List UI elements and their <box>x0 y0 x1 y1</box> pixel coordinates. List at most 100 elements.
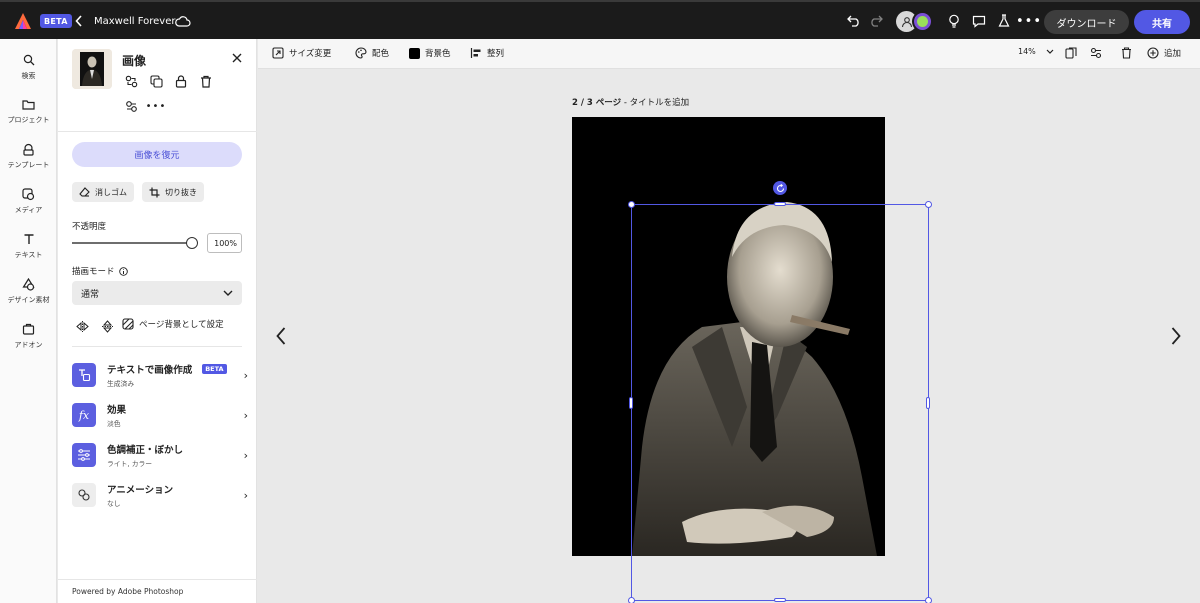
resize-handle-top-right[interactable] <box>925 201 932 208</box>
resize-handle-top[interactable] <box>774 202 786 206</box>
rail-label: アドオン <box>14 341 43 349</box>
text-to-image-icon <box>72 363 96 387</box>
feature-subtitle: 淡色 <box>107 420 121 428</box>
resize-handle-left[interactable] <box>629 397 633 409</box>
adobe-express-logo[interactable] <box>13 11 33 31</box>
rail-item-design-elements[interactable]: デザイン素材 <box>0 277 57 305</box>
set-as-background-button[interactable]: ページ背景として設定 <box>122 318 224 330</box>
close-icon[interactable] <box>230 51 244 65</box>
flask-icon[interactable] <box>996 13 1012 29</box>
trash-icon[interactable] <box>198 73 214 89</box>
duplicate-icon[interactable] <box>148 73 164 89</box>
rail-item-templates[interactable]: テンプレート <box>0 142 57 170</box>
restore-image-button[interactable]: 画像を復元 <box>72 142 242 167</box>
add-label: 追加 <box>1164 49 1182 59</box>
folder-icon <box>22 97 36 111</box>
layers-icon[interactable] <box>1090 47 1102 59</box>
adjustments-row[interactable]: 色調補正・ぼかし ライト, カラー › <box>72 441 248 469</box>
effects-row[interactable]: fx 効果 淡色 › <box>72 401 248 429</box>
crop-icon <box>149 187 160 197</box>
resize-button[interactable]: サイズ変更 <box>272 47 331 59</box>
chevron-left-icon <box>75 15 82 27</box>
chevron-left-icon <box>276 327 286 345</box>
rail-item-search[interactable]: 検索 <box>0 53 57 81</box>
add-button[interactable]: 追加 <box>1147 47 1181 59</box>
addons-icon <box>22 322 36 336</box>
beta-badge: BETA <box>40 14 72 28</box>
trash-icon[interactable] <box>1120 47 1132 59</box>
adjustments-icon <box>72 443 96 467</box>
layers-icon[interactable] <box>123 98 139 114</box>
selection-box[interactable] <box>631 204 929 601</box>
zoom-dropdown[interactable]: 14% <box>1018 47 1054 56</box>
animation-row[interactable]: アニメーション なし › <box>72 481 248 509</box>
flip-horizontal-icon[interactable] <box>74 318 90 334</box>
align-icon <box>470 47 482 59</box>
text-to-image-row[interactable]: テキストで画像作成 BETA 生成済み › <box>72 361 248 389</box>
collaborators[interactable] <box>896 11 934 32</box>
lock-icon[interactable] <box>173 73 189 89</box>
color-scheme-button[interactable]: 配色 <box>355 47 389 59</box>
more-icon[interactable]: ••• <box>1016 13 1041 29</box>
left-rail: 検索 プロジェクト テンプレート メディア テキスト デザイン素材 アドオン <box>0 39 57 603</box>
rotate-handle-icon[interactable] <box>773 181 787 195</box>
pages-icon[interactable] <box>1065 47 1077 59</box>
top-bar: BETA Maxwell Forever ••• ダウンロード 共有 <box>0 0 1200 39</box>
rail-label: 検索 <box>21 72 36 80</box>
template-icon <box>22 142 36 156</box>
resize-handle-bottom-left[interactable] <box>628 597 635 603</box>
back-button[interactable] <box>72 12 86 30</box>
align-button[interactable]: 整列 <box>470 47 504 59</box>
resize-handle-right[interactable] <box>926 397 930 409</box>
rail-item-addons[interactable]: アドオン <box>0 322 57 350</box>
blend-mode-dropdown[interactable]: 通常 <box>72 281 242 305</box>
resize-handle-bottom[interactable] <box>774 598 786 602</box>
opacity-slider-knob[interactable] <box>186 237 198 249</box>
opacity-slider-track[interactable] <box>72 242 190 244</box>
eraser-button[interactable]: 消しゴム <box>72 182 134 202</box>
page-label[interactable]: 2 / 3 ページ - タイトルを追加 <box>572 96 689 108</box>
opacity-label: 不透明度 <box>72 222 107 232</box>
feature-subtitle: 生成済み <box>107 380 135 388</box>
comment-icon[interactable] <box>971 13 987 29</box>
download-button[interactable]: ダウンロード <box>1044 10 1129 34</box>
panel-title: 画像 <box>122 54 147 68</box>
eraser-icon <box>79 187 90 197</box>
divider <box>58 579 257 580</box>
more-options-icon[interactable]: ••• <box>146 98 166 114</box>
animation-icon <box>72 483 96 507</box>
blend-mode-value: 通常 <box>81 289 100 300</box>
opacity-value[interactable]: 100% <box>207 233 242 253</box>
resize-handle-top-left[interactable] <box>628 201 635 208</box>
beta-badge: BETA <box>202 364 227 374</box>
redo-icon[interactable] <box>868 13 884 29</box>
resize-handle-bottom-right[interactable] <box>925 597 932 603</box>
image-properties-panel: 画像 ••• 画像を復元 消しゴム 切り抜き 不透明度 100% 描画モード 通… <box>58 39 257 603</box>
divider <box>72 346 242 347</box>
chevron-right-icon <box>1171 327 1181 345</box>
chevron-down-icon <box>223 290 233 296</box>
background-color-button[interactable]: 背景色 <box>408 47 451 59</box>
share-button[interactable]: 共有 <box>1134 10 1190 34</box>
replace-icon[interactable] <box>123 73 139 89</box>
canvas-toolbar: サイズ変更 配色 背景色 整列 14% 追加 <box>258 39 1200 69</box>
crop-button[interactable]: 切り抜き <box>142 182 204 202</box>
document-title[interactable]: Maxwell Forever <box>94 13 175 29</box>
page-counter: 2 / 3 ページ <box>572 98 622 108</box>
flip-vertical-icon[interactable] <box>99 318 115 334</box>
next-page-arrow[interactable] <box>1169 326 1183 346</box>
chevron-right-icon: › <box>243 488 248 502</box>
plus-circle-icon <box>1147 47 1159 59</box>
cloud-icon[interactable] <box>175 13 191 29</box>
align-label: 整列 <box>487 49 505 59</box>
image-thumbnail[interactable] <box>72 49 112 89</box>
eraser-label: 消しゴム <box>95 187 127 197</box>
resize-label: サイズ変更 <box>289 49 332 59</box>
rail-item-projects[interactable]: プロジェクト <box>0 97 57 125</box>
rail-item-text[interactable]: テキスト <box>0 232 57 260</box>
previous-page-arrow[interactable] <box>274 326 288 346</box>
lightbulb-icon[interactable] <box>946 13 962 29</box>
undo-icon[interactable] <box>846 13 862 29</box>
avatar[interactable] <box>912 11 933 32</box>
rail-item-media[interactable]: メディア <box>0 187 57 215</box>
